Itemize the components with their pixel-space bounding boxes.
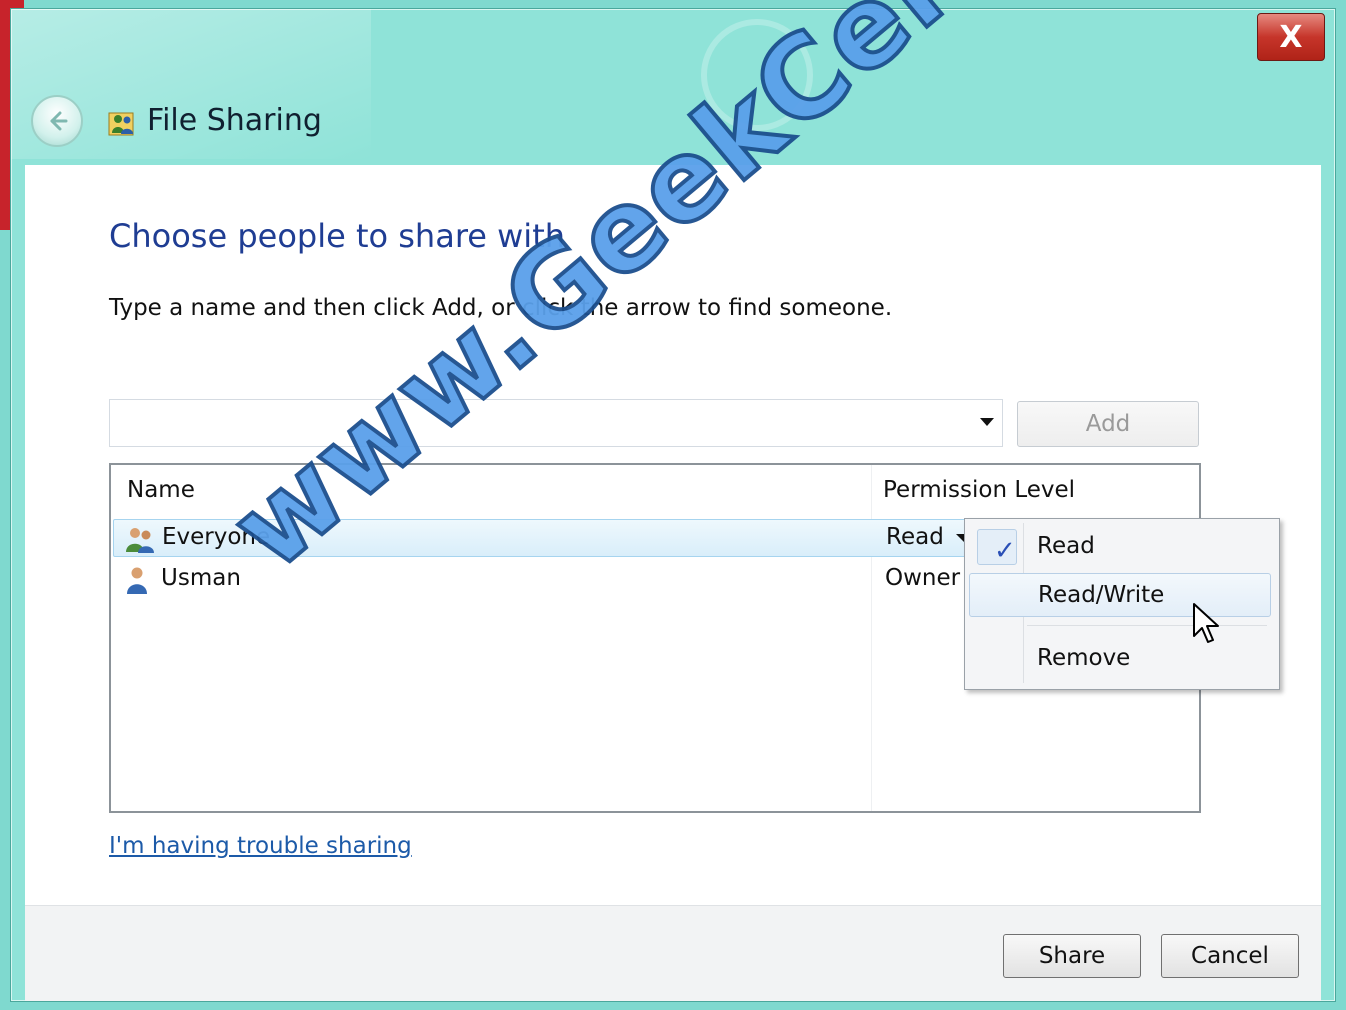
menu-item-read-label: Read bbox=[1037, 533, 1095, 559]
instruction-text: Type a name and then click Add, or click… bbox=[109, 295, 893, 321]
page-heading: Choose people to share with bbox=[109, 217, 566, 255]
row-name-usman: Usman bbox=[161, 565, 241, 591]
menu-item-remove-label: Remove bbox=[1037, 645, 1131, 671]
group-icon bbox=[126, 528, 154, 553]
menu-item-remove[interactable]: Remove bbox=[969, 637, 1271, 681]
menu-item-read[interactable]: ✓ Read bbox=[969, 525, 1271, 569]
checkmark-icon: ✓ bbox=[994, 536, 1016, 566]
window-title: File Sharing bbox=[147, 103, 322, 138]
column-header-name[interactable]: Name bbox=[127, 477, 195, 503]
back-button[interactable] bbox=[31, 95, 83, 147]
close-icon: X bbox=[1279, 19, 1303, 55]
menu-item-read-write-label: Read/Write bbox=[1038, 582, 1165, 608]
title-bar-decoration bbox=[701, 19, 813, 131]
trouble-sharing-link[interactable]: I'm having trouble sharing bbox=[109, 833, 412, 859]
user-icon bbox=[127, 567, 147, 594]
column-header-permission[interactable]: Permission Level bbox=[883, 477, 1075, 503]
back-arrow-icon bbox=[50, 111, 68, 131]
file-sharing-people-icon bbox=[108, 112, 134, 136]
mouse-cursor-icon bbox=[1193, 603, 1219, 643]
menu-item-read-write[interactable]: Read/Write bbox=[969, 573, 1271, 617]
add-button[interactable]: Add bbox=[1017, 401, 1199, 447]
close-button[interactable]: X bbox=[1257, 13, 1325, 61]
row-name-everyone: Everyone bbox=[162, 524, 271, 550]
name-combobox[interactable] bbox=[109, 399, 1003, 447]
menu-separator bbox=[1027, 625, 1267, 626]
permission-menu: ✓ Read Read/Write Remove bbox=[964, 518, 1280, 690]
share-button[interactable]: Share bbox=[1003, 934, 1141, 978]
dialog-footer: Share Cancel bbox=[25, 905, 1321, 1001]
chevron-down-icon[interactable] bbox=[980, 418, 994, 426]
column-divider bbox=[871, 465, 872, 811]
cancel-button[interactable]: Cancel bbox=[1161, 934, 1299, 978]
check-indicator: ✓ bbox=[977, 529, 1017, 566]
file-sharing-window: X File Sharing Choose people to share wi… bbox=[10, 8, 1336, 1002]
row-permission-usman: Owner bbox=[885, 565, 961, 591]
row-permission-everyone[interactable]: Read bbox=[886, 524, 944, 550]
